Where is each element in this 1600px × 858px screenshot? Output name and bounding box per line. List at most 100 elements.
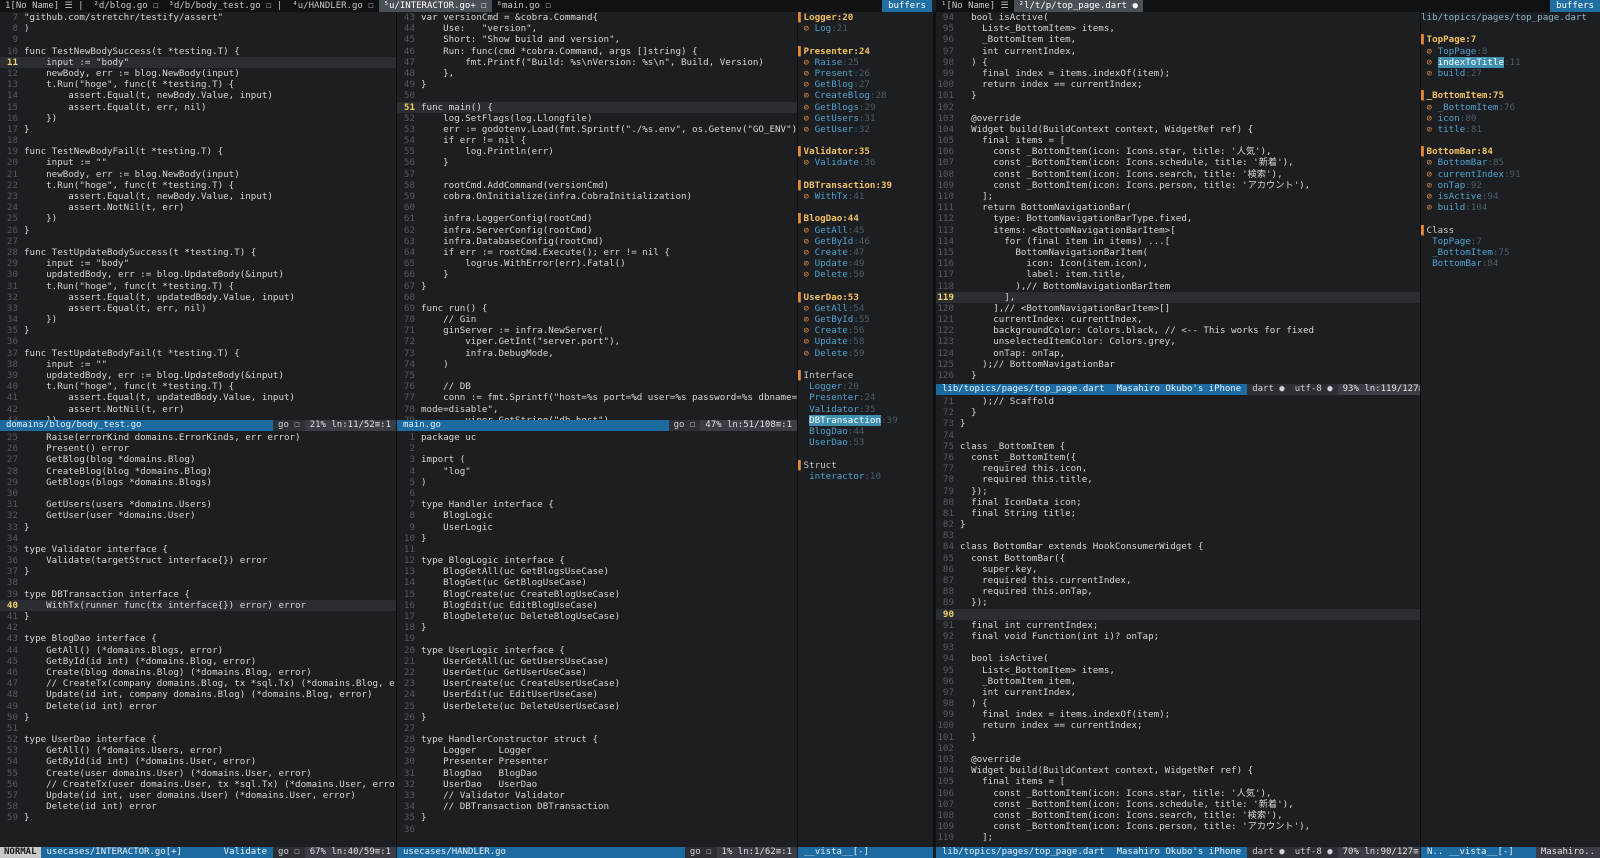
code-line[interactable]: 84 class BottomBar extends HookConsumerWi… [936,541,1420,552]
code-line[interactable]: 78 required this.title, [936,474,1420,485]
code-line[interactable]: 96 _BottomItem item, [936,34,1420,45]
code-line[interactable]: 86 super.key, [936,564,1420,575]
code-line[interactable]: 27 [397,723,797,734]
code-line[interactable]: 23 UserCreate(uc CreateUserUseCase) [397,678,797,689]
outline-row[interactable]: ▌TopPage:7 [1421,34,1600,45]
code-line[interactable]: 108 const _BottomItem(icon: Icons.search… [936,810,1420,821]
code-line[interactable]: 38 input := "" [0,359,396,370]
code-line[interactable]: 58 Delete(id int) error [0,801,396,812]
code-line[interactable]: 73} [936,418,1420,429]
code-line[interactable]: 76 const _BottomItem({ [936,452,1420,463]
code-line[interactable]: 72 } [936,407,1420,418]
code-line[interactable]: 8) [0,23,396,34]
code-line[interactable]: 9 [0,34,396,45]
code-line[interactable]: 14 assert.Equal(t, newBody.Value, input) [0,90,396,101]
outline-row[interactable]: ⊘ Create:47 [798,247,932,258]
code-line[interactable]: 21 newBody, err := blog.NewBody(input) [0,169,396,180]
code-line[interactable]: 18 [0,135,396,146]
outline-row[interactable]: ▌Validator:35 [798,146,932,157]
outline-row[interactable]: BottomBar:84 [1421,258,1600,269]
code-line[interactable]: 49} [397,79,797,90]
code-line[interactable]: 24 assert.NotNil(t, err) [0,202,396,213]
code-line[interactable]: 109 const _BottomItem(icon: Icons.person… [936,180,1420,191]
outline-row[interactable]: ⊘ WithTx:41 [798,191,932,202]
code-line[interactable]: 48 Update(id int, company domains.Blog) … [0,689,396,700]
outline-row[interactable]: ⊘ Delete:50 [798,269,932,280]
code-line[interactable]: 37} [0,566,396,577]
code-line[interactable]: 50} [0,712,396,723]
code-line[interactable]: 119 ], [936,291,1420,303]
code-line[interactable]: 28 CreateBlog(blog *domains.Blog) [0,466,396,477]
code-line[interactable]: 46 Run: func(cmd *cobra.Command, args []… [397,46,797,57]
code-line[interactable]: 31 BlogDao BlogDao [397,768,797,779]
outline-row[interactable]: ⊘ TopPage:8 [1421,46,1600,57]
code-line[interactable]: 67} [397,281,797,292]
code-line[interactable]: 122 backgroundColor: Colors.black, // <-… [936,325,1420,336]
outline-row[interactable]: TopPage:7 [1421,236,1600,247]
code-line[interactable]: 113 items: <BottomNavigationBarItem>[ [936,225,1420,236]
code-line[interactable]: 4 "log" [397,466,797,477]
outline-row[interactable]: ⊘ Update:49 [798,258,932,269]
code-line[interactable]: 33 assert.Equal(t, err, nil) [0,303,396,314]
code-line[interactable]: 97 int currentIndex, [936,687,1420,698]
code-line[interactable]: 56 } [397,157,797,168]
code-line[interactable]: 96 _BottomItem item, [936,676,1420,687]
code-line[interactable]: 101 } [936,90,1420,101]
code-line[interactable]: 5) [397,477,797,488]
outline-row[interactable]: ⊘ GetBlog:27 [798,79,932,90]
code-line[interactable]: 9 UserLogic [397,522,797,533]
code-line[interactable]: 32 assert.Equal(t, updatedBody.Value, in… [0,292,396,303]
code-line[interactable]: 55 log.Println(err) [397,146,797,157]
split-divider[interactable] [797,12,798,847]
code-line[interactable]: 114 for (final item in items) ...[ [936,236,1420,247]
code-line[interactable]: 121 currentIndex: currentIndex, [936,314,1420,325]
code-line[interactable]: 54 GetById(id int) (*domains.User, error… [0,756,396,767]
code-line[interactable]: 106 const _BottomItem(icon: Icons.star, … [936,146,1420,157]
code-line[interactable]: 65 logrus.WithError(err).Fatal() [397,258,797,269]
tab-item[interactable]: ¹[No Name] ☰ [936,0,1014,12]
code-line[interactable]: 43 type BlogDao interface { [0,633,396,644]
code-line[interactable]: 117 label: item.title, [936,269,1420,280]
buffers-button-right[interactable]: buffers [1550,0,1600,12]
code-line[interactable]: 15 BlogCreate(uc CreateBlogUseCase) [397,589,797,600]
tab-item[interactable]: ²d/blog.go ☐ [89,0,164,12]
code-line[interactable]: 30 Presenter Presenter [397,756,797,767]
code-line[interactable]: 44 Use: "version", [397,23,797,34]
code-line[interactable]: 41 assert.Equal(t, updatedBody.Value, in… [0,392,396,403]
code-line[interactable]: 111 return BottomNavigationBar( [936,202,1420,213]
code-line[interactable]: 64 if err := rootCmd.Execute(); err != n… [397,247,797,258]
code-line[interactable]: 82} [936,519,1420,530]
code-line[interactable]: 74 ) [397,359,797,370]
outline-row[interactable]: ⊘ BottomBar:85 [1421,157,1600,168]
outline-row[interactable]: ▌Struct [798,460,932,471]
code-line[interactable]: 91 final int currentIndex; [936,620,1420,631]
code-line[interactable]: 83 [936,530,1420,541]
editor-dart-bottom[interactable]: 71 );// Scaffold 72 } 73} 74 75 class _Bottom… [936,396,1420,848]
code-line[interactable]: 26} [397,712,797,723]
outline-row[interactable]: BlogDao:44 [798,426,932,437]
outline-row[interactable]: Logger:20 [798,381,932,392]
code-line[interactable]: 25 Raise(errorKind domains.ErrorKinds, e… [0,432,396,443]
code-line[interactable]: 53 GetAll() (*domains.Users, error) [0,745,396,756]
code-line[interactable]: 25 }) [0,213,396,224]
code-line[interactable]: 8 BlogLogic [397,510,797,521]
code-line[interactable]: 90 [936,608,1420,620]
code-line[interactable]: 94 bool isActive( [936,12,1420,23]
code-line[interactable]: 88 required this.onTap, [936,586,1420,597]
code-line[interactable]: 11 [397,544,797,555]
code-line[interactable]: 26} [0,225,396,236]
code-line[interactable]: 31 t.Run("hoge", func(t *testing.T) { [0,281,396,292]
outline-row[interactable]: ▌UserDao:53 [798,292,932,303]
code-line[interactable]: 103 @override [936,754,1420,765]
code-line[interactable]: 54 if err != nil { [397,135,797,146]
editor-main-go[interactable]: 43 var versionCmd = &cobra.Command{44 Use… [397,12,797,420]
editor-handler[interactable]: 1 package uc 2 3 import (4 "log" 5) 6 7 type Han… [397,432,797,848]
code-line[interactable]: 57 [397,169,797,180]
tab-item[interactable]: ³d/b/body_test.go ☐ | [164,0,288,12]
code-line[interactable]: 102 [936,743,1420,754]
code-line[interactable]: 95 List<_BottomItem> items, [936,23,1420,34]
code-line[interactable]: 57 Update(id int, user domains.User) (*d… [0,790,396,801]
code-line[interactable]: 39 type DBTransaction interface { [0,589,396,600]
code-line[interactable]: 60 [397,202,797,213]
code-line[interactable]: 68 [397,292,797,303]
